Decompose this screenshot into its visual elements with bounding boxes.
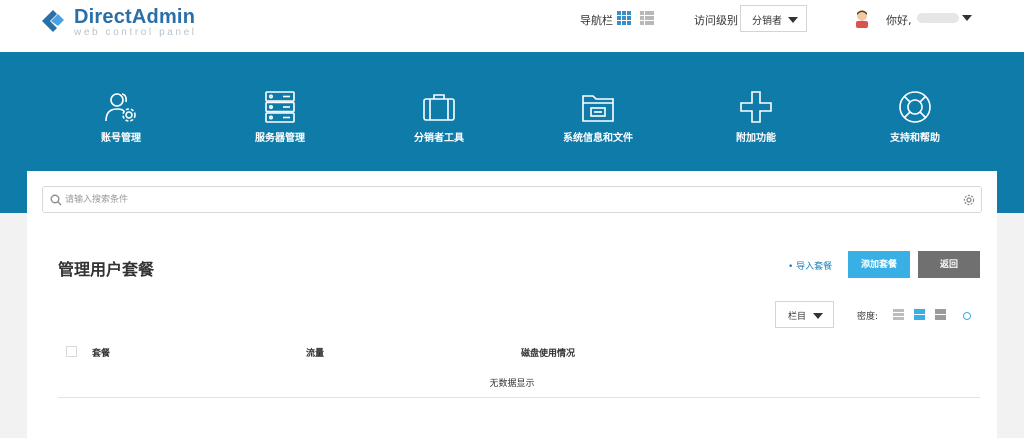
density-normal-icon[interactable] [914,309,925,320]
column-header-disk-usage[interactable]: 磁盘使用情况 [521,346,575,359]
nav-layout-label: 导航栏 [580,14,613,27]
table-divider [58,397,980,398]
menu-label-account: 账号管理 [101,133,141,144]
folder-icon [582,95,614,122]
menu-item-account[interactable]: 账号管理 [61,90,181,144]
list-layout-icon[interactable] [640,11,654,25]
chevron-down-icon [813,313,823,319]
username-redacted[interactable] [917,13,959,23]
menu-label-extra-features: 附加功能 [736,133,776,144]
access-level-value: 分销者 [752,16,782,27]
menu-item-support[interactable]: 支持和帮助 [855,90,975,144]
search-input[interactable] [65,191,945,209]
user-menu-chevron-icon[interactable] [962,15,972,21]
columns-label: 栏目 [788,312,807,322]
access-level-label: 访问级别 [694,14,738,27]
density-compact-icon[interactable] [893,309,904,320]
menu-label-server: 服务器管理 [255,133,305,144]
lifebuoy-icon [899,91,931,123]
user-avatar-icon[interactable] [854,9,870,28]
search-icon [50,194,62,206]
brand-tagline: web control panel [74,27,197,38]
back-button[interactable]: 返回 [918,251,980,278]
brand-name: DirectAdmin [74,6,196,28]
select-all-checkbox[interactable] [66,346,77,357]
column-header-bandwidth[interactable]: 流量 [306,346,324,359]
grid-layout-icon[interactable] [617,11,631,25]
plus-icon [740,91,772,123]
import-packages-link[interactable]: • 导入套餐 [788,259,832,272]
gear-icon[interactable] [963,194,975,206]
server-icon [265,91,295,123]
add-package-button[interactable]: 添加套餐 [848,251,910,278]
empty-table-message: 无数据显示 [489,379,535,389]
menu-item-system-info[interactable]: 系统信息和文件 [538,90,658,144]
user-gear-icon [105,93,136,122]
density-comfortable-icon[interactable] [935,309,946,320]
access-level-select[interactable]: 分销者 [740,5,807,32]
density-label: 密度: [857,312,879,322]
briefcase-icon [423,94,455,121]
columns-dropdown[interactable]: 栏目 [775,301,834,328]
column-header-package[interactable]: 套餐 [92,346,110,359]
directadmin-logo[interactable]: DirectAdmin web control panel [40,6,197,38]
loading-spinner-icon [963,312,971,320]
top-header: DirectAdmin web control panel 导航栏 访问级别 分… [0,0,1024,52]
menu-item-server[interactable]: 服务器管理 [220,90,340,144]
menu-item-extra-features[interactable]: 附加功能 [696,90,816,144]
chevron-down-icon [788,17,798,23]
menu-label-support: 支持和帮助 [890,133,940,144]
page-title: 管理用户套餐 [58,260,155,279]
content-card: 管理用户套餐 • 导入套餐 添加套餐 返回 栏目 密度: 套餐 流量 磁盘使用情… [27,171,997,438]
logo-mark-icon [42,10,64,32]
search-bar [42,186,982,213]
greeting-text: 你好, [886,14,912,27]
menu-label-system-info: 系统信息和文件 [563,133,633,144]
menu-item-reseller-tools[interactable]: 分销者工具 [379,90,499,144]
menu-label-reseller-tools: 分销者工具 [414,133,464,144]
